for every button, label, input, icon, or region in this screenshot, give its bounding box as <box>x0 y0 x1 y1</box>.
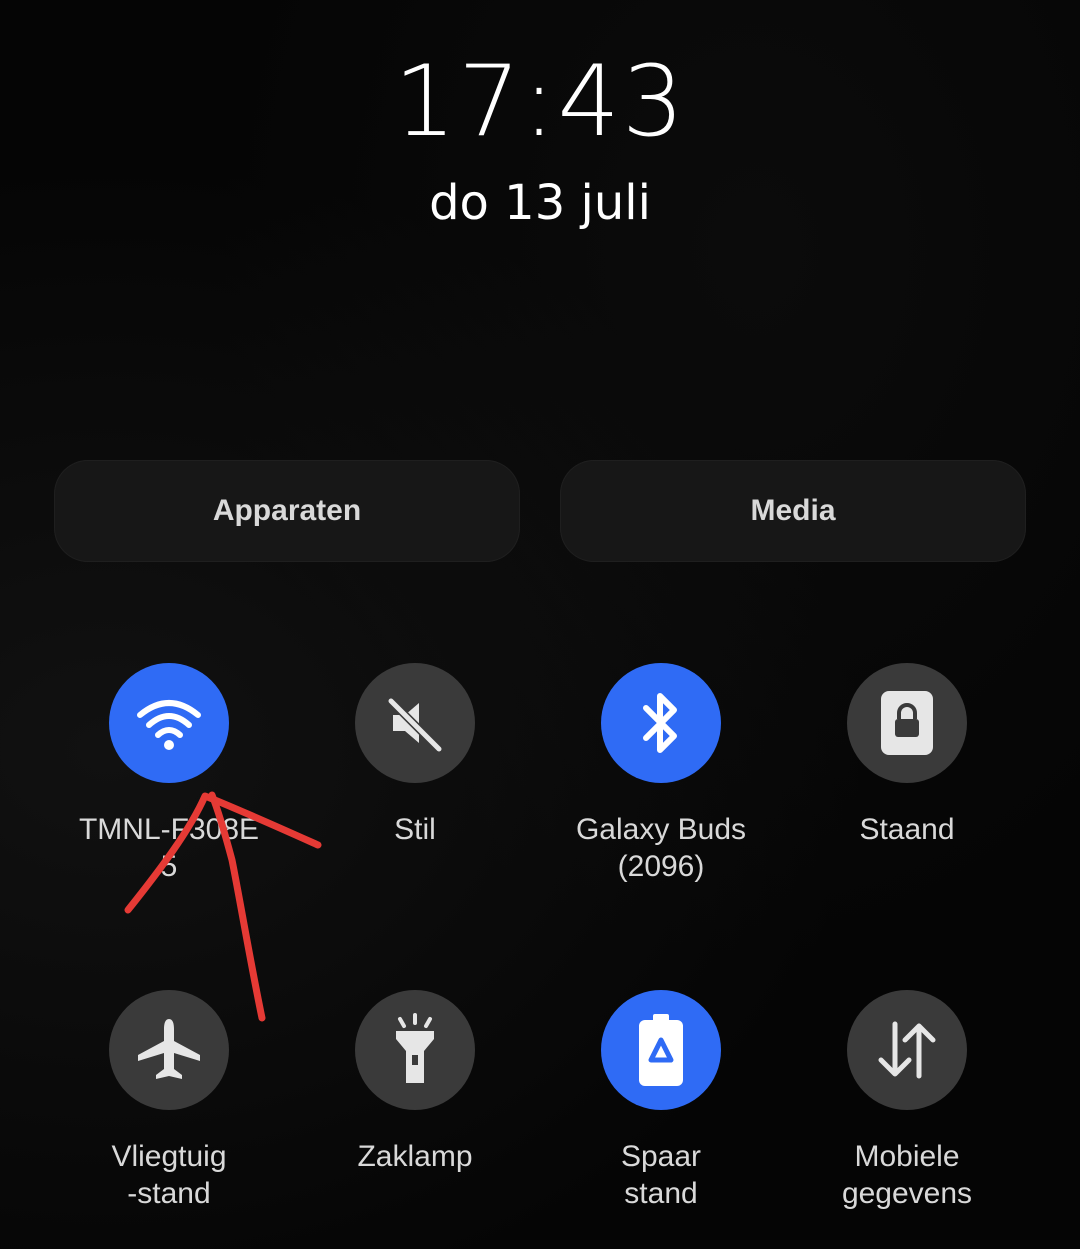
airplane-icon <box>138 1019 200 1079</box>
flashlight-label: Zaklamp <box>357 1140 473 1173</box>
portrait-lock-icon <box>881 691 933 755</box>
clock: 17:43 <box>393 45 687 159</box>
devices-button[interactable]: Apparaten <box>54 460 520 562</box>
bluetooth-label: Galaxy Buds (2096) <box>575 813 747 883</box>
date: do 13 juli <box>429 175 651 231</box>
power-saving-icon <box>639 1014 683 1086</box>
tile-bluetooth[interactable]: Galaxy Buds (2096) <box>538 663 784 885</box>
bluetooth-toggle[interactable] <box>601 663 721 783</box>
wifi-toggle[interactable] <box>109 663 229 783</box>
tile-power-saving[interactable]: Spaar stand <box>538 990 784 1212</box>
tile-flashlight[interactable]: Zaklamp <box>292 990 538 1175</box>
media-button[interactable]: Media <box>560 460 1026 562</box>
power-saving-label: Spaar stand <box>620 1140 702 1210</box>
silent-toggle[interactable] <box>355 663 475 783</box>
orientation-toggle[interactable] <box>847 663 967 783</box>
airplane-label: Vliegtuig -stand <box>111 1140 227 1210</box>
orientation-label: Staand <box>859 813 955 846</box>
flashlight-toggle[interactable] <box>355 990 475 1110</box>
tile-airplane[interactable]: Vliegtuig -stand <box>46 990 292 1212</box>
mobile-data-label: Mobiele gegevens <box>841 1140 973 1210</box>
tile-wifi[interactable]: TMNL-F308E 5 <box>46 663 292 885</box>
mobile-data-toggle[interactable] <box>847 990 967 1110</box>
wifi-icon <box>137 700 201 750</box>
flashlight-icon <box>396 1013 434 1083</box>
wifi-label: TMNL-F308E 5 <box>78 813 260 883</box>
bluetooth-icon <box>643 693 677 753</box>
tile-silent[interactable]: Stil <box>292 663 538 848</box>
power-saving-toggle[interactable] <box>601 990 721 1110</box>
tile-mobile-data[interactable]: Mobiele gegevens <box>784 990 1030 1212</box>
mute-icon <box>387 697 443 753</box>
airplane-toggle[interactable] <box>109 990 229 1110</box>
tile-orientation[interactable]: Staand <box>784 663 1030 848</box>
silent-label: Stil <box>394 813 436 846</box>
mobile-data-icon <box>878 1021 936 1079</box>
